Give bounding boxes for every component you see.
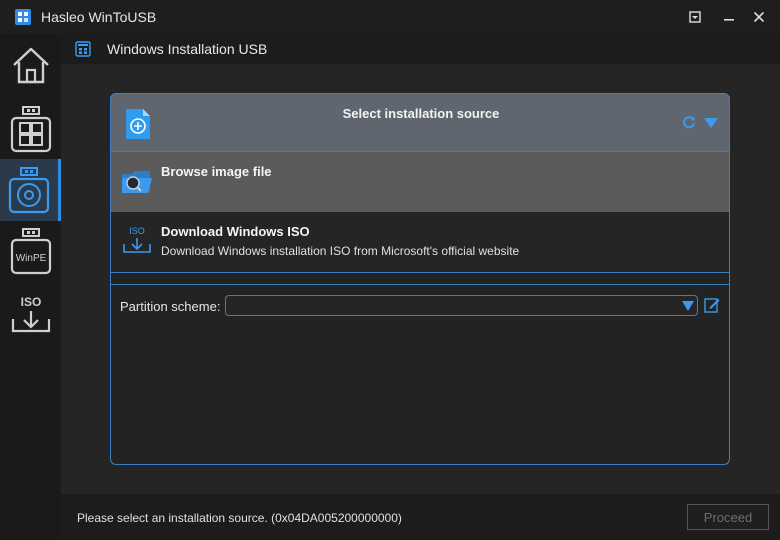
option-browse-image-file[interactable]: Browse image file xyxy=(111,152,729,212)
title-bar: Hasleo WinToUSB xyxy=(0,0,780,34)
sidebar-item-winpe[interactable]: WinPE xyxy=(0,220,61,282)
minimize-icon xyxy=(724,19,734,21)
edit-icon[interactable] xyxy=(704,297,720,313)
installation-source-label: Select installation source xyxy=(342,106,500,121)
status-message: Please select an installation source. (0… xyxy=(77,511,402,525)
sidebar-item-installation-usb[interactable] xyxy=(0,159,61,221)
close-icon xyxy=(753,11,765,23)
installation-source-select[interactable]: Select installation source xyxy=(110,93,730,152)
divider xyxy=(110,284,730,285)
option-title: Download Windows ISO xyxy=(161,224,310,239)
minimize-button[interactable] xyxy=(716,6,742,28)
app-icon xyxy=(15,9,31,25)
proceed-button[interactable]: Proceed xyxy=(687,504,769,530)
option-title: Browse image file xyxy=(161,164,272,179)
source-dropdown-list: Browse image file ISO Download Windows I… xyxy=(110,152,730,273)
iso-label: ISO xyxy=(20,295,41,309)
pin-icon xyxy=(689,11,701,23)
partition-scheme-select[interactable] xyxy=(225,295,698,316)
option-download-windows-iso[interactable]: ISO Download Windows ISO Download Window… xyxy=(111,212,729,272)
partition-scheme-label: Partition scheme: xyxy=(120,299,221,314)
option-description: Download Windows installation ISO from M… xyxy=(161,244,520,258)
sidebar-item-windows-to-go[interactable] xyxy=(0,98,61,160)
close-button[interactable] xyxy=(746,6,772,28)
winpe-label: WinPE xyxy=(15,253,46,264)
page-title: Windows Installation USB xyxy=(107,41,268,57)
chevron-down-icon[interactable] xyxy=(704,118,718,128)
chevron-down-icon xyxy=(682,301,694,311)
home-icon xyxy=(12,47,49,84)
pin-button[interactable] xyxy=(682,6,708,28)
disc-usb-icon xyxy=(8,167,50,214)
winpe-usb-icon: WinPE xyxy=(10,228,51,275)
windows-installation-icon xyxy=(75,41,91,57)
sidebar-item-iso-download[interactable]: ISO xyxy=(0,284,61,346)
status-bar: Please select an installation source. (0… xyxy=(61,494,780,540)
folder-search-icon xyxy=(122,171,152,193)
sidebar-item-home[interactable] xyxy=(0,34,61,96)
windows-usb-icon xyxy=(10,106,51,153)
page-header: Windows Installation USB xyxy=(61,34,780,64)
window-title: Hasleo WinToUSB xyxy=(41,9,157,25)
iso-icon-label: ISO xyxy=(129,226,145,236)
iso-download-icon: ISO xyxy=(123,226,151,253)
refresh-icon[interactable] xyxy=(682,115,696,129)
iso-download-icon: ISO xyxy=(11,295,50,333)
sidebar: WinPE ISO xyxy=(0,34,61,540)
